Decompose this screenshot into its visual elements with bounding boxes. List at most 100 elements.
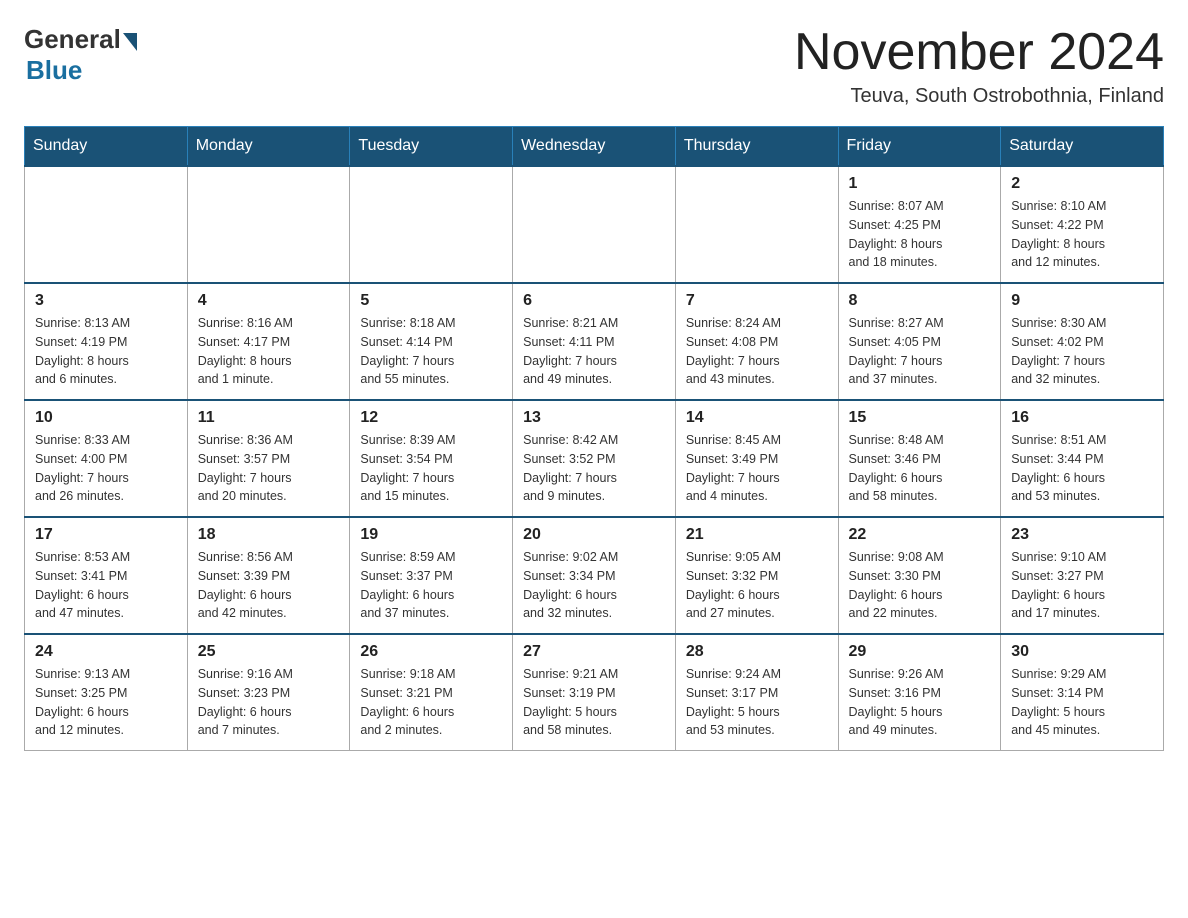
- calendar-cell: 28 Sunrise: 9:24 AMSunset: 3:17 PMDayligh…: [675, 634, 838, 751]
- day-info: Sunrise: 8:59 AMSunset: 3:37 PMDaylight:…: [360, 548, 502, 623]
- calendar-cell: 22Sunrise: 9:08 AMSunset: 3:30 PMDayligh…: [838, 517, 1001, 634]
- day-number: 25: [198, 643, 340, 661]
- day-number: 30: [1011, 643, 1153, 661]
- calendar-cell: 14 Sunrise: 8:45 AMSunset: 3:49 PMDayligh…: [675, 400, 838, 517]
- day-info: Sunrise: 8:39 AMSunset: 3:54 PMDaylight:…: [360, 431, 502, 506]
- calendar-week-4: 17 Sunrise: 8:53 AMSunset: 3:41 PMDayligh…: [25, 517, 1164, 634]
- calendar-cell: 21Sunrise: 9:05 AMSunset: 3:32 PMDayligh…: [675, 517, 838, 634]
- calendar-cell: 2 Sunrise: 8:10 AMSunset: 4:22 PMDaylight…: [1001, 166, 1164, 283]
- weekday-header-tuesday: Tuesday: [350, 127, 513, 167]
- day-number: 27: [523, 643, 665, 661]
- day-info: Sunrise: 9:29 AMSunset: 3:14 PMDaylight:…: [1011, 665, 1153, 740]
- calendar-cell: [350, 166, 513, 283]
- day-info: Sunrise: 8:24 AMSunset: 4:08 PMDaylight:…: [686, 314, 828, 389]
- day-info: Sunrise: 8:51 AMSunset: 3:44 PMDaylight:…: [1011, 431, 1153, 506]
- header-right: November 2024 Teuva, South Ostrobothnia,…: [794, 24, 1164, 108]
- day-info: Sunrise: 9:02 AMSunset: 3:34 PMDaylight:…: [523, 548, 665, 623]
- calendar-cell: 26 Sunrise: 9:18 AMSunset: 3:21 PMDayligh…: [350, 634, 513, 751]
- page-header: General Blue November 2024 Teuva, South …: [24, 24, 1164, 108]
- day-number: 28: [686, 643, 828, 661]
- day-number: 8: [849, 292, 991, 310]
- calendar-week-5: 24 Sunrise: 9:13 AMSunset: 3:25 PMDayligh…: [25, 634, 1164, 751]
- logo-general-text: General: [24, 24, 121, 55]
- day-info: Sunrise: 8:07 AMSunset: 4:25 PMDaylight:…: [849, 197, 991, 272]
- day-info: Sunrise: 8:45 AMSunset: 3:49 PMDaylight:…: [686, 431, 828, 506]
- day-number: 20: [523, 526, 665, 544]
- day-number: 3: [35, 292, 177, 310]
- day-number: 12: [360, 409, 502, 427]
- weekday-header-row: SundayMondayTuesdayWednesdayThursdayFrid…: [25, 127, 1164, 167]
- calendar-cell: 10Sunrise: 8:33 AMSunset: 4:00 PMDayligh…: [25, 400, 188, 517]
- day-info: Sunrise: 8:56 AMSunset: 3:39 PMDaylight:…: [198, 548, 340, 623]
- day-info: Sunrise: 9:16 AMSunset: 3:23 PMDaylight:…: [198, 665, 340, 740]
- calendar-cell: 20 Sunrise: 9:02 AMSunset: 3:34 PMDayligh…: [513, 517, 676, 634]
- calendar-cell: 12 Sunrise: 8:39 AMSunset: 3:54 PMDayligh…: [350, 400, 513, 517]
- calendar-cell: 24 Sunrise: 9:13 AMSunset: 3:25 PMDayligh…: [25, 634, 188, 751]
- day-number: 17: [35, 526, 177, 544]
- calendar-table: SundayMondayTuesdayWednesdayThursdayFrid…: [24, 126, 1164, 751]
- day-info: Sunrise: 8:30 AMSunset: 4:02 PMDaylight:…: [1011, 314, 1153, 389]
- day-number: 4: [198, 292, 340, 310]
- weekday-header-monday: Monday: [187, 127, 350, 167]
- calendar-cell: 5 Sunrise: 8:18 AMSunset: 4:14 PMDaylight…: [350, 283, 513, 400]
- day-info: Sunrise: 8:53 AMSunset: 3:41 PMDaylight:…: [35, 548, 177, 623]
- day-number: 26: [360, 643, 502, 661]
- day-info: Sunrise: 9:18 AMSunset: 3:21 PMDaylight:…: [360, 665, 502, 740]
- calendar-cell: 16 Sunrise: 8:51 AMSunset: 3:44 PMDayligh…: [1001, 400, 1164, 517]
- day-number: 18: [198, 526, 340, 544]
- calendar-cell: 25 Sunrise: 9:16 AMSunset: 3:23 PMDayligh…: [187, 634, 350, 751]
- weekday-header-saturday: Saturday: [1001, 127, 1164, 167]
- day-number: 21: [686, 526, 828, 544]
- calendar-cell: [513, 166, 676, 283]
- day-info: Sunrise: 8:18 AMSunset: 4:14 PMDaylight:…: [360, 314, 502, 389]
- calendar-cell: 27Sunrise: 9:21 AMSunset: 3:19 PMDayligh…: [513, 634, 676, 751]
- calendar-cell: 1 Sunrise: 8:07 AMSunset: 4:25 PMDaylight…: [838, 166, 1001, 283]
- day-number: 13: [523, 409, 665, 427]
- calendar-cell: 13 Sunrise: 8:42 AMSunset: 3:52 PMDayligh…: [513, 400, 676, 517]
- month-title: November 2024: [794, 24, 1164, 81]
- day-info: Sunrise: 8:42 AMSunset: 3:52 PMDaylight:…: [523, 431, 665, 506]
- day-number: 1: [849, 175, 991, 193]
- day-number: 16: [1011, 409, 1153, 427]
- day-info: Sunrise: 8:36 AMSunset: 3:57 PMDaylight:…: [198, 431, 340, 506]
- location-title: Teuva, South Ostrobothnia, Finland: [794, 85, 1164, 108]
- logo-blue-text: Blue: [26, 55, 82, 86]
- calendar-cell: [675, 166, 838, 283]
- calendar-week-2: 3 Sunrise: 8:13 AMSunset: 4:19 PMDaylight…: [25, 283, 1164, 400]
- day-info: Sunrise: 9:24 AMSunset: 3:17 PMDaylight:…: [686, 665, 828, 740]
- calendar-cell: 23 Sunrise: 9:10 AMSunset: 3:27 PMDayligh…: [1001, 517, 1164, 634]
- day-info: Sunrise: 8:33 AMSunset: 4:00 PMDaylight:…: [35, 431, 177, 506]
- calendar-cell: 29 Sunrise: 9:26 AMSunset: 3:16 PMDayligh…: [838, 634, 1001, 751]
- weekday-header-friday: Friday: [838, 127, 1001, 167]
- calendar-cell: 19Sunrise: 8:59 AMSunset: 3:37 PMDayligh…: [350, 517, 513, 634]
- day-info: Sunrise: 8:13 AMSunset: 4:19 PMDaylight:…: [35, 314, 177, 389]
- day-number: 2: [1011, 175, 1153, 193]
- weekday-header-sunday: Sunday: [25, 127, 188, 167]
- day-info: Sunrise: 9:13 AMSunset: 3:25 PMDaylight:…: [35, 665, 177, 740]
- calendar-cell: 18 Sunrise: 8:56 AMSunset: 3:39 PMDayligh…: [187, 517, 350, 634]
- calendar-cell: 9Sunrise: 8:30 AMSunset: 4:02 PMDaylight…: [1001, 283, 1164, 400]
- day-number: 23: [1011, 526, 1153, 544]
- day-number: 15: [849, 409, 991, 427]
- day-number: 29: [849, 643, 991, 661]
- day-info: Sunrise: 9:10 AMSunset: 3:27 PMDaylight:…: [1011, 548, 1153, 623]
- calendar-cell: 4Sunrise: 8:16 AMSunset: 4:17 PMDaylight…: [187, 283, 350, 400]
- day-info: Sunrise: 8:27 AMSunset: 4:05 PMDaylight:…: [849, 314, 991, 389]
- calendar-week-1: 1 Sunrise: 8:07 AMSunset: 4:25 PMDaylight…: [25, 166, 1164, 283]
- day-info: Sunrise: 8:10 AMSunset: 4:22 PMDaylight:…: [1011, 197, 1153, 272]
- day-info: Sunrise: 9:08 AMSunset: 3:30 PMDaylight:…: [849, 548, 991, 623]
- logo-arrow-icon: [123, 33, 137, 51]
- day-number: 24: [35, 643, 177, 661]
- calendar-cell: [187, 166, 350, 283]
- calendar-cell: 7Sunrise: 8:24 AMSunset: 4:08 PMDaylight…: [675, 283, 838, 400]
- day-number: 14: [686, 409, 828, 427]
- calendar-cell: 11Sunrise: 8:36 AMSunset: 3:57 PMDayligh…: [187, 400, 350, 517]
- day-info: Sunrise: 8:48 AMSunset: 3:46 PMDaylight:…: [849, 431, 991, 506]
- calendar-week-3: 10Sunrise: 8:33 AMSunset: 4:00 PMDayligh…: [25, 400, 1164, 517]
- calendar-cell: 8 Sunrise: 8:27 AMSunset: 4:05 PMDaylight…: [838, 283, 1001, 400]
- calendar-cell: 17 Sunrise: 8:53 AMSunset: 3:41 PMDayligh…: [25, 517, 188, 634]
- day-number: 5: [360, 292, 502, 310]
- day-number: 6: [523, 292, 665, 310]
- calendar-cell: [25, 166, 188, 283]
- day-info: Sunrise: 9:26 AMSunset: 3:16 PMDaylight:…: [849, 665, 991, 740]
